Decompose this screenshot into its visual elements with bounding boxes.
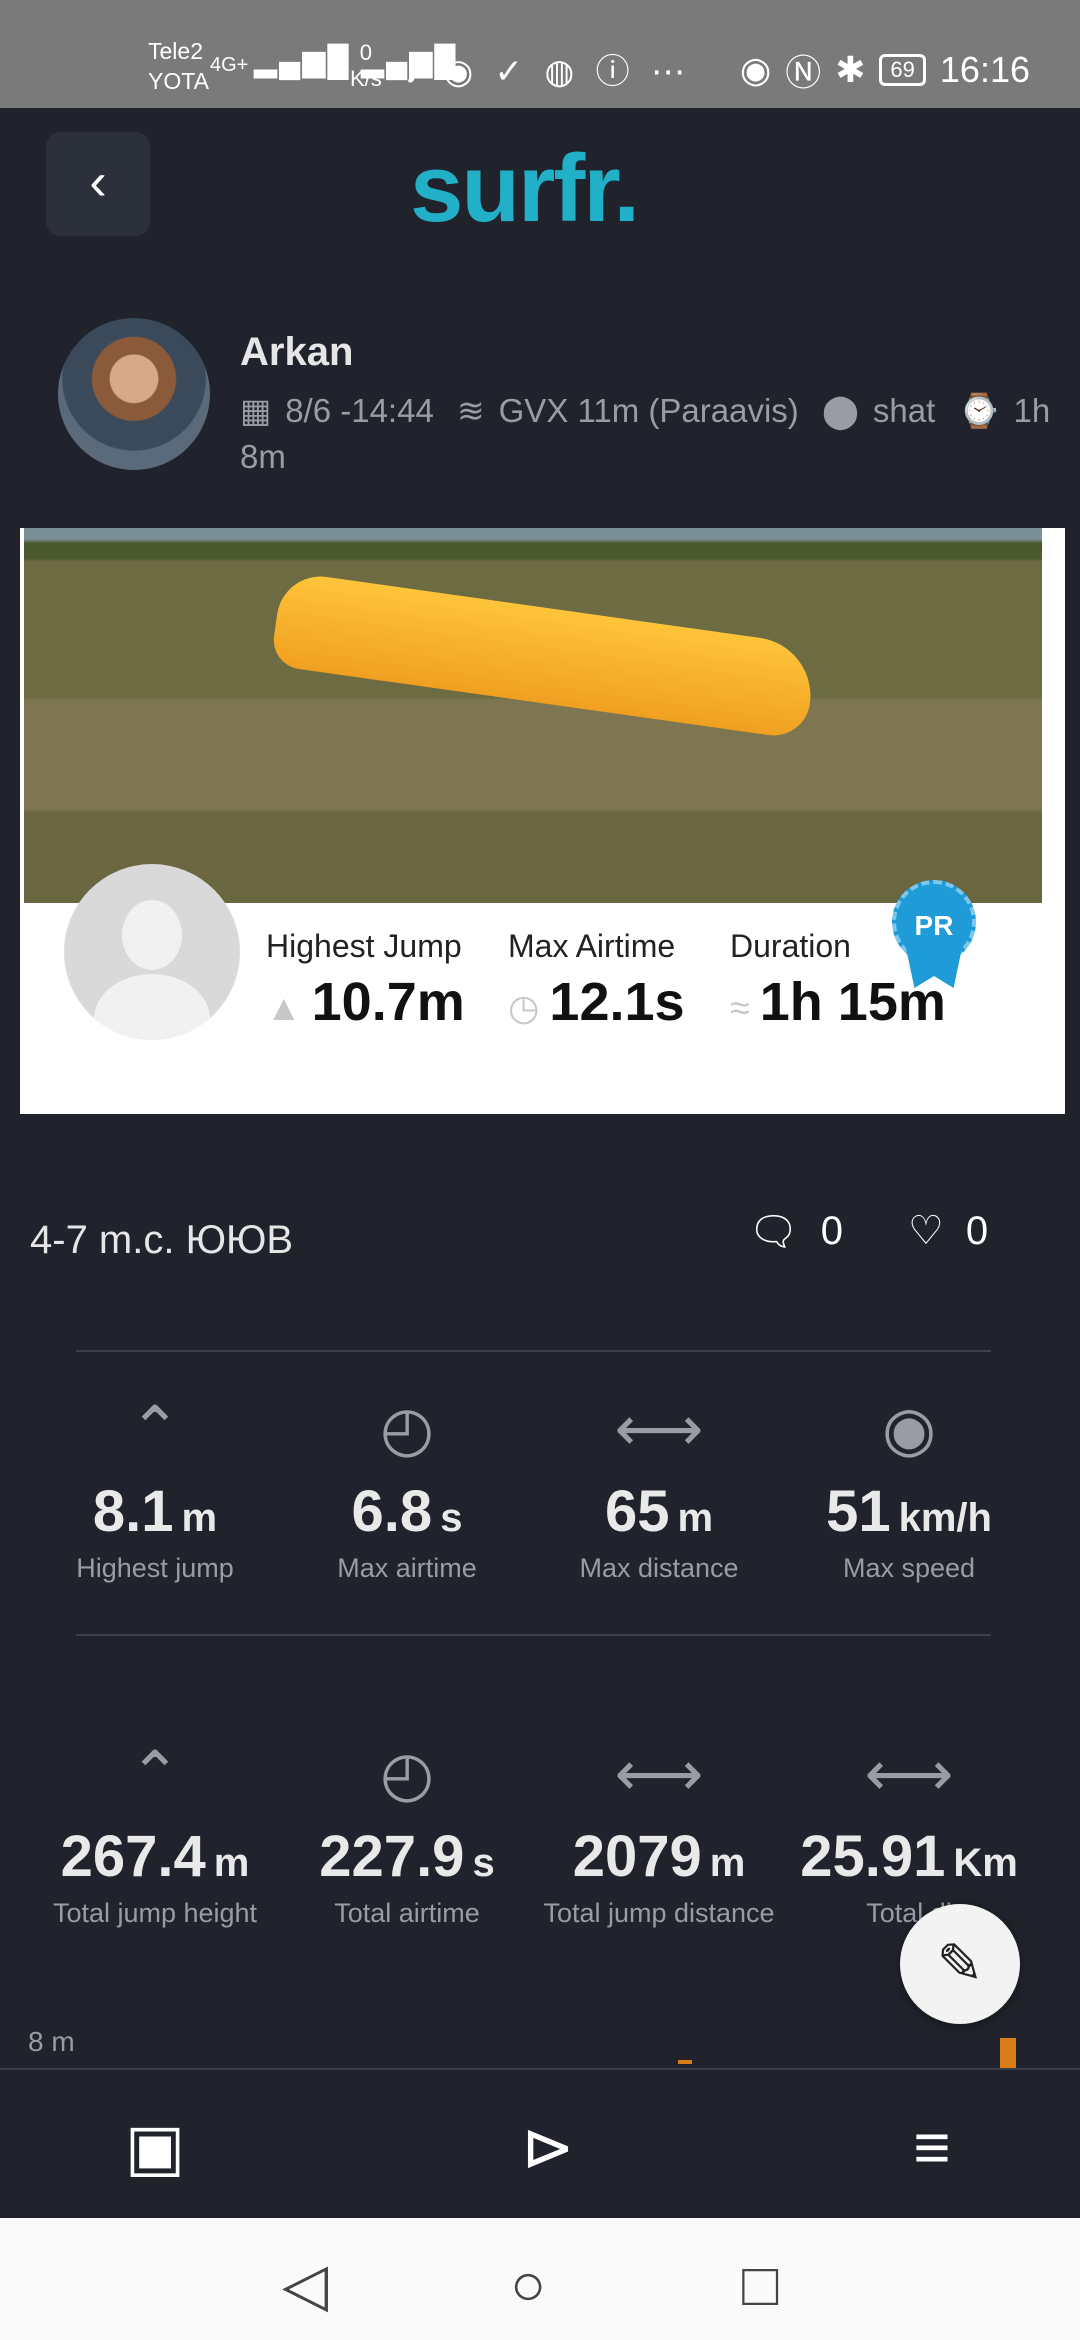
back-button[interactable]: ‹ (46, 132, 150, 236)
notification-icons: ♪ ◉ ✓ ◍ ⓘ ⋯ (405, 53, 692, 91)
divider (76, 1634, 991, 1636)
user-name[interactable]: Arkan (240, 330, 353, 375)
nav-menu[interactable]: ≡ (882, 2110, 982, 2184)
carrier-info: Tele2 YOTA (148, 36, 209, 96)
app-logo: surfr. (410, 135, 640, 242)
comment-count: 0 (820, 1209, 844, 1253)
feed-icon: ▣ (124, 2111, 186, 2183)
system-nav-bar: ◁ ○ □ (0, 2218, 1080, 2340)
battery-indicator: 69 (879, 54, 926, 86)
nav-feed[interactable]: ▣ (105, 2110, 205, 2185)
banner-stat-highest-jump: Highest Jump ▲ 10.7m (266, 928, 465, 1032)
distance-arrows-icon: ⟷ (614, 1740, 704, 1809)
stat-max-speed: ◉ 51 km/h Max speed (779, 1390, 1039, 1584)
distance-arrows-icon: ⟷ (864, 1740, 954, 1809)
chevron-left-icon: ‹ (89, 153, 107, 211)
network-speed: 0 K/s (350, 40, 382, 91)
play-icon: ⊳ (521, 2111, 575, 2183)
eye-icon: ◉ (739, 49, 772, 90)
carrier-2: YOTA (148, 68, 209, 94)
edit-fab-button[interactable]: ✎ (900, 1904, 1020, 2024)
system-back-button[interactable]: ◁ (282, 2250, 328, 2320)
like-button[interactable]: ♡ 0 (908, 1208, 988, 1254)
stat-total-jump-distance: ⟷ 2079 m Total jump distance (529, 1735, 789, 1929)
calendar-icon: ▦ (240, 392, 272, 429)
stat-max-distance: ⟷ 65 m Max distance (529, 1390, 789, 1584)
timer-icon: ◴ (379, 1740, 435, 1809)
stat-highest-jump: ⌃ 8.1 m Highest jump (25, 1390, 285, 1584)
divider (76, 1350, 991, 1352)
watch-icon: ⌚ (958, 392, 1000, 429)
session-meta: ▦ 8/6 -14:44 ≋ GVX 11m (Paraavis) ⬤ shat ⌚ 1… (240, 388, 1060, 480)
comment-icon: 🗨 (748, 1210, 799, 1254)
chart-axis-label: 8 m (28, 2026, 75, 2057)
jump-chart-strip: 8 m (0, 2020, 1080, 2070)
session-header: ‹ surfr. Arkan ▦ 8/6 -14:44 ≋ GVX 11m (Par… (0, 108, 1080, 528)
menu-icon: ≡ (913, 2111, 951, 2183)
system-status: ◉ Ⓝ ✱ 69 16:16 (740, 44, 1030, 96)
default-avatar (64, 864, 240, 1040)
nfc-icon: Ⓝ (785, 52, 822, 93)
kite-wing-image (270, 570, 818, 741)
wave-icon: ≈ (730, 987, 750, 1028)
timer-icon: ◴ (379, 1395, 435, 1464)
chart-bar (1000, 2038, 1016, 2068)
heart-icon: ♡ (908, 1209, 944, 1253)
banner-stat-duration: Duration ≈1h 15m (730, 928, 946, 1032)
bottom-nav: ▣ ⊳ ≡ (0, 2068, 1080, 2218)
session-title: 4-7 m.c. ЮЮВ (30, 1218, 294, 1262)
nav-play[interactable]: ⊳ (498, 2110, 598, 2185)
jump-up-icon: ⌃ (129, 1395, 181, 1464)
stopwatch-icon: ◷ (508, 987, 540, 1028)
chart-bar (678, 2060, 692, 2064)
stat-max-airtime: ◴ 6.8 s Max airtime (277, 1390, 537, 1584)
stat-total-airtime: ◴ 227.9 s Total airtime (277, 1735, 537, 1929)
speedometer-icon: ◉ (881, 1395, 937, 1464)
double-chevron-up-icon: ⌃ (129, 1740, 181, 1809)
location-pin-icon: ⬤ (821, 392, 859, 429)
wind-icon: ≋ (456, 392, 485, 429)
carrier-1: Tele2 (148, 38, 203, 64)
spot-name: shat (872, 392, 936, 429)
session-banner[interactable]: PR Highest Jump ▲ 10.7m Max Airtime ◷ 12.1… (20, 528, 1065, 1114)
stat-total-distance: ⟷ 25.91 Km Total di (779, 1735, 1039, 1929)
like-count: 0 (965, 1208, 989, 1253)
kite-gear: GVX 11m (Paraavis) (498, 392, 799, 429)
system-recents-button[interactable]: □ (742, 2250, 778, 2319)
triangle-icon: ▲ (266, 987, 302, 1028)
clock: 16:16 (939, 49, 1030, 90)
status-bar: Tele2 YOTA 4G+ ▂▄▆█ ▂▄▆█ 0 K/s ♪ ◉ ✓ ◍ ⓘ… (0, 0, 1080, 108)
distance-arrows-icon: ⟷ (614, 1395, 704, 1464)
bluetooth-icon: ✱ (835, 49, 866, 90)
avatar[interactable] (58, 318, 210, 470)
banner-stat-max-airtime: Max Airtime ◷ 12.1s (508, 928, 685, 1032)
session-title-row: 4-7 m.c. ЮЮВ 🗨 0 ♡ 0 (0, 1190, 1080, 1270)
comments-button[interactable]: 🗨 0 (748, 1208, 843, 1255)
session-photo (24, 528, 1042, 903)
system-home-button[interactable]: ○ (510, 2250, 546, 2319)
stat-total-jump-height: ⌃ 267.4 m Total jump height (25, 1735, 285, 1929)
session-date: 8/6 -14:44 (285, 392, 434, 429)
edit-icon: ✎ (936, 1932, 984, 1995)
